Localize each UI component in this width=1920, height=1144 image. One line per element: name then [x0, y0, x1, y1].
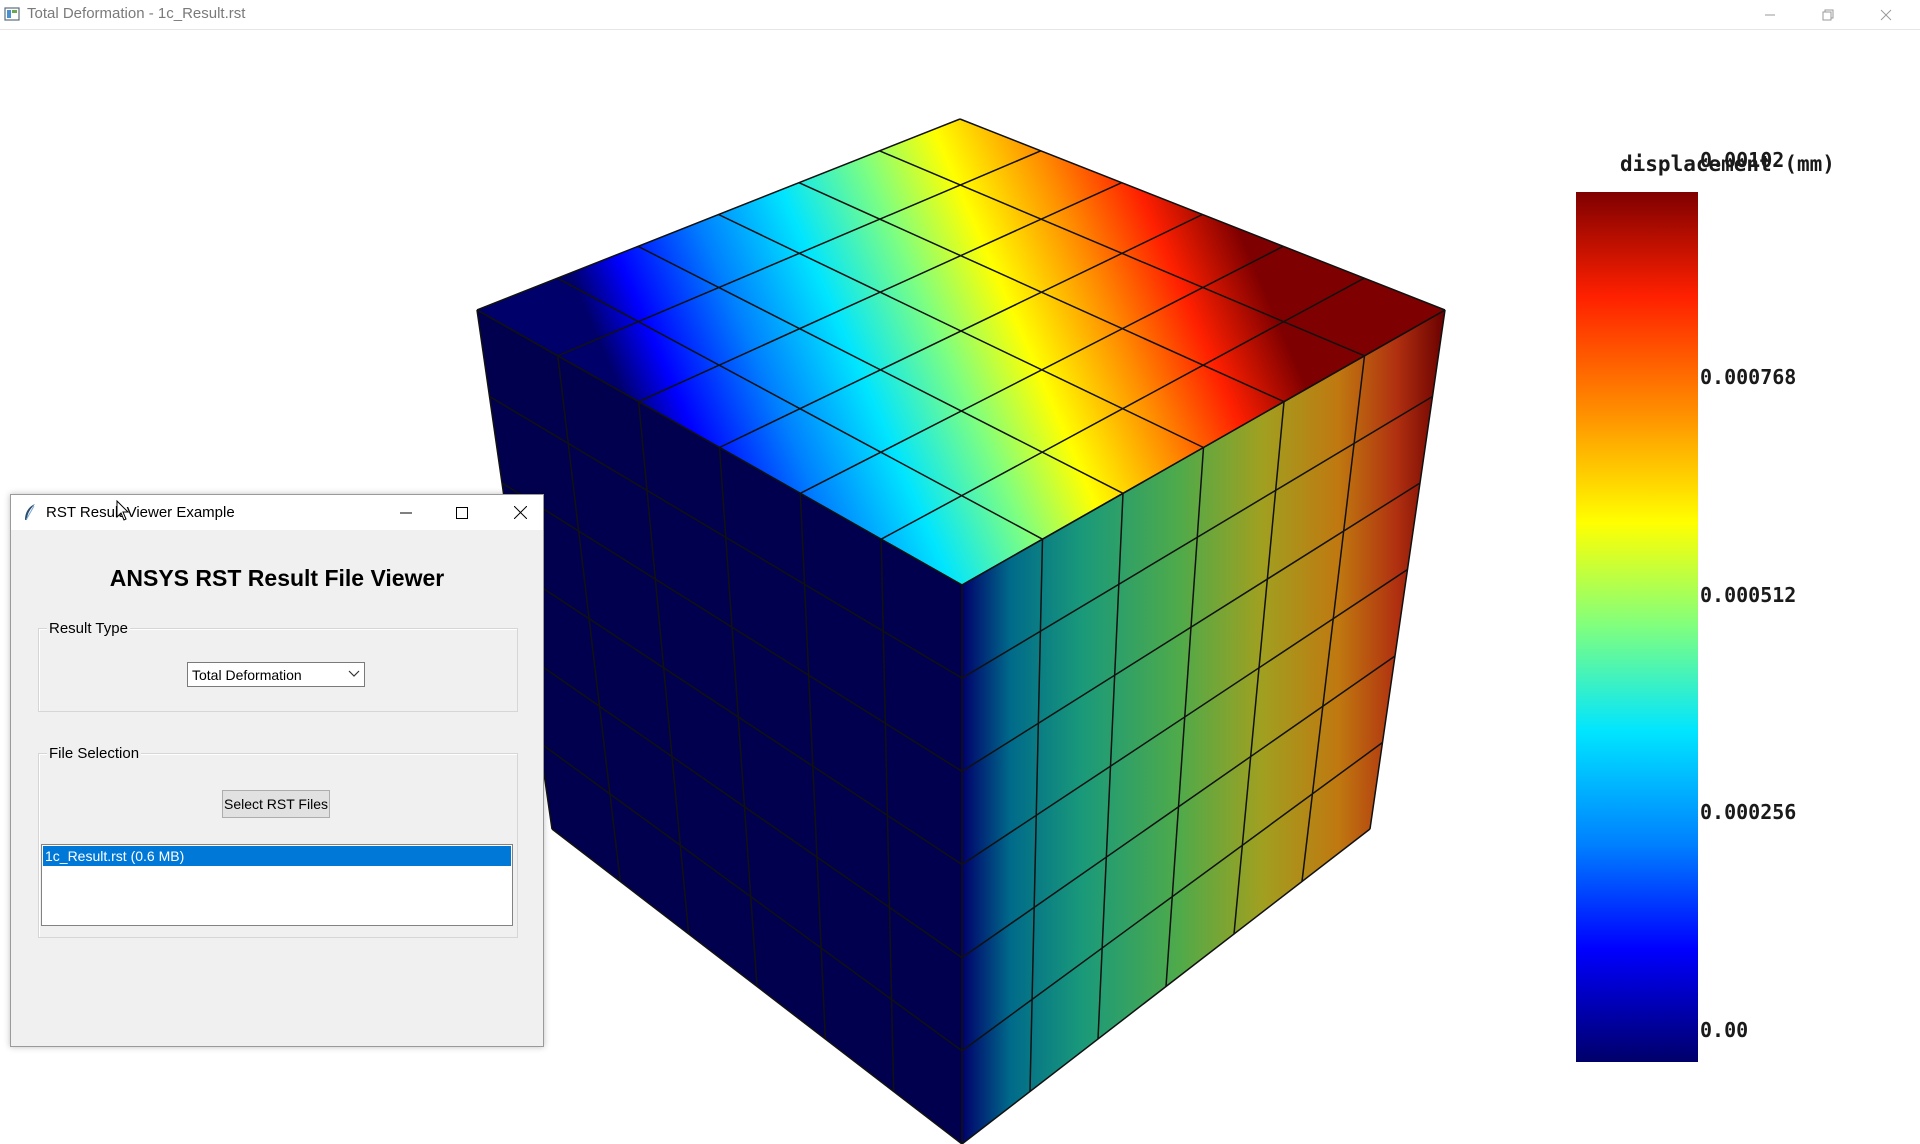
window-title: Total Deformation - 1c_Result.rst	[27, 5, 246, 22]
colorbar-tick: 0.000256	[1700, 800, 1797, 824]
minimize-icon	[400, 512, 412, 513]
dialog-close-button[interactable]	[497, 495, 543, 530]
main-title-bar: Total Deformation - 1c_Result.rst	[0, 0, 1920, 30]
result-type-group: Result Type Total Deformation	[38, 620, 518, 712]
colorbar	[1576, 192, 1698, 1062]
result-type-select[interactable]: Total Deformation	[187, 662, 365, 687]
list-item[interactable]: 1c_Result.rst (0.6 MB)	[43, 846, 511, 866]
restore-button[interactable]	[1800, 0, 1856, 29]
restore-icon	[1822, 9, 1834, 20]
dialog-maximize-button[interactable]	[439, 495, 485, 530]
colorbar-tick: 0.00	[1700, 1018, 1749, 1042]
file-selection-group: File Selection Select RST Files 1c_Resul…	[38, 745, 518, 938]
dialog-title: RST Result Viewer Example	[46, 504, 235, 521]
select-rst-files-button[interactable]: Select RST Files	[222, 790, 330, 818]
cursor-icon	[116, 500, 130, 521]
rst-viewer-dialog: RST Result Viewer Example ANSYS RST Resu…	[10, 494, 544, 1047]
minimize-button[interactable]	[1742, 0, 1798, 29]
app-window-icon	[4, 7, 20, 21]
maximize-icon	[456, 506, 468, 519]
chevron-down-icon	[348, 670, 360, 677]
result-type-value: Total Deformation	[192, 667, 302, 683]
dialog-title-bar[interactable]: RST Result Viewer Example	[11, 495, 543, 530]
minimize-icon	[1765, 14, 1775, 15]
result-type-label: Result Type	[47, 620, 130, 637]
dialog-minimize-button[interactable]	[383, 495, 429, 530]
file-list[interactable]: 1c_Result.rst (0.6 MB)	[41, 844, 513, 926]
close-icon	[513, 506, 527, 519]
file-selection-label: File Selection	[47, 745, 142, 762]
dialog-heading: ANSYS RST Result File Viewer	[109, 565, 445, 591]
close-icon	[1880, 9, 1892, 20]
colorbar-tick: 0.00102	[1700, 148, 1785, 172]
colorbar-tick: 0.000768	[1700, 365, 1797, 389]
feather-icon	[25, 504, 35, 521]
colorbar-tick: 0.000512	[1700, 583, 1797, 607]
close-button[interactable]	[1858, 0, 1914, 29]
